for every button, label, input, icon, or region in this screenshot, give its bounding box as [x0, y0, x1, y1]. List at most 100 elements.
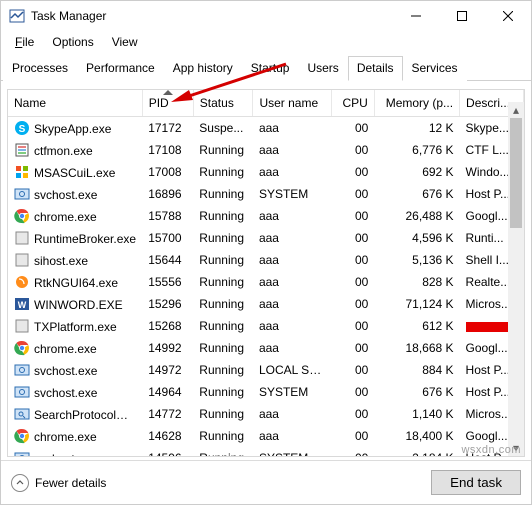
- cell-user: SYSTEM: [253, 183, 332, 205]
- fewer-details-button[interactable]: Fewer details: [11, 474, 106, 492]
- cell-status: Running: [193, 183, 253, 205]
- cell-user: aaa: [253, 425, 332, 447]
- col-name[interactable]: Name: [8, 90, 142, 117]
- window-controls: [393, 1, 531, 31]
- menu-view[interactable]: View: [104, 33, 146, 51]
- cell-memory: 18,668 K: [374, 337, 459, 359]
- cell-memory: 4,596 K: [374, 227, 459, 249]
- cell-cpu: 00: [332, 205, 375, 227]
- cell-memory: 18,400 K: [374, 425, 459, 447]
- tab-services[interactable]: Services: [403, 56, 467, 81]
- table-row[interactable]: SearchProtocolHos...14772Runningaaa001,1…: [8, 403, 524, 425]
- table-row[interactable]: chrome.exe14992Runningaaa0018,668 KGoogl…: [8, 337, 524, 359]
- col-cpu[interactable]: CPU: [332, 90, 375, 117]
- process-icon: S: [14, 120, 30, 136]
- tab-processes[interactable]: Processes: [3, 56, 77, 81]
- table-row[interactable]: RuntimeBroker.exe15700Runningaaa004,596 …: [8, 227, 524, 249]
- process-icon: [14, 186, 30, 202]
- minimize-button[interactable]: [393, 1, 439, 31]
- cell-name: MSASCuiL.exe: [8, 161, 142, 183]
- table-row[interactable]: svchost.exe14972RunningLOCAL SE...00884 …: [8, 359, 524, 381]
- process-icon: [14, 252, 30, 268]
- col-memory[interactable]: Memory (p...: [374, 90, 459, 117]
- cell-user: LOCAL SE...: [253, 359, 332, 381]
- cell-cpu: 00: [332, 359, 375, 381]
- cell-status: Running: [193, 227, 253, 249]
- cell-status: Running: [193, 403, 253, 425]
- tab-users[interactable]: Users: [298, 56, 347, 81]
- col-status[interactable]: Status: [193, 90, 253, 117]
- process-icon: [14, 274, 30, 290]
- cell-cpu: 00: [332, 293, 375, 315]
- table-row[interactable]: SSkypeApp.exe17172Suspe...aaa0012 KSkype…: [8, 117, 524, 140]
- table-row[interactable]: MSASCuiL.exe17008Runningaaa00692 KWindo.…: [8, 161, 524, 183]
- table-row[interactable]: sihost.exe15644Runningaaa005,136 KShell …: [8, 249, 524, 271]
- cell-name: sihost.exe: [8, 249, 142, 271]
- tab-app-history[interactable]: App history: [164, 56, 242, 81]
- table-row[interactable]: RtkNGUI64.exe15556Runningaaa00828 KRealt…: [8, 271, 524, 293]
- cell-memory: 6,776 K: [374, 139, 459, 161]
- menubar: File Options View: [1, 31, 531, 55]
- close-button[interactable]: [485, 1, 531, 31]
- cell-pid: 15788: [142, 205, 193, 227]
- cell-user: aaa: [253, 271, 332, 293]
- table-row[interactable]: chrome.exe15788Runningaaa0026,488 KGoogl…: [8, 205, 524, 227]
- cell-memory: 676 K: [374, 183, 459, 205]
- cell-memory: 884 K: [374, 359, 459, 381]
- cell-pid: 17008: [142, 161, 193, 183]
- cell-memory: 2,184 K: [374, 447, 459, 457]
- tab-performance[interactable]: Performance: [77, 56, 164, 81]
- cell-user: aaa: [253, 315, 332, 337]
- table-row[interactable]: svchost.exe16896RunningSYSTEM00676 KHost…: [8, 183, 524, 205]
- cell-name: WWINWORD.EXE: [8, 293, 142, 315]
- cell-cpu: 00: [332, 271, 375, 293]
- redacted-bar: [466, 322, 508, 332]
- cell-cpu: 00: [332, 447, 375, 457]
- col-user[interactable]: User name: [253, 90, 332, 117]
- cell-user: aaa: [253, 161, 332, 183]
- end-task-button[interactable]: End task: [431, 470, 521, 495]
- cell-pid: 16896: [142, 183, 193, 205]
- cell-user: aaa: [253, 337, 332, 359]
- table-row[interactable]: ctfmon.exe17108Runningaaa006,776 KCTF L.…: [8, 139, 524, 161]
- col-pid[interactable]: PID: [142, 90, 193, 117]
- scroll-thumb[interactable]: [510, 118, 522, 228]
- table-row[interactable]: TXPlatform.exe15268Runningaaa00612 K: [8, 315, 524, 337]
- process-icon: [14, 428, 30, 444]
- process-icon: [14, 340, 30, 356]
- cell-name: svchost.exe: [8, 359, 142, 381]
- tab-details[interactable]: Details: [348, 56, 403, 81]
- svg-text:W: W: [18, 300, 27, 310]
- process-icon: [14, 230, 30, 246]
- menu-options[interactable]: Options: [44, 33, 101, 51]
- cell-status: Running: [193, 205, 253, 227]
- cell-pid: 14628: [142, 425, 193, 447]
- cell-pid: 14596: [142, 447, 193, 457]
- cell-cpu: 00: [332, 425, 375, 447]
- cell-status: Running: [193, 359, 253, 381]
- cell-pid: 17172: [142, 117, 193, 140]
- cell-pid: 14992: [142, 337, 193, 359]
- menu-file[interactable]: File: [7, 33, 42, 51]
- cell-memory: 12 K: [374, 117, 459, 140]
- table-row[interactable]: svchost.exe14964RunningSYSTEM00676 KHost…: [8, 381, 524, 403]
- scroll-up-icon[interactable]: ▴: [508, 102, 524, 118]
- tab-startup[interactable]: Startup: [242, 56, 299, 81]
- tabs: Processes Performance App history Startu…: [1, 55, 531, 81]
- cell-memory: 5,136 K: [374, 249, 459, 271]
- cell-status: Running: [193, 293, 253, 315]
- table-row[interactable]: chrome.exe14628Runningaaa0018,400 KGoogl…: [8, 425, 524, 447]
- cell-status: Running: [193, 337, 253, 359]
- cell-cpu: 00: [332, 249, 375, 271]
- table-row[interactable]: svchost.exe14596RunningSYSTEM002,184 KHo…: [8, 447, 524, 457]
- maximize-button[interactable]: [439, 1, 485, 31]
- table-row[interactable]: WWINWORD.EXE15296Runningaaa0071,124 KMic…: [8, 293, 524, 315]
- cell-name: RtkNGUI64.exe: [8, 271, 142, 293]
- process-icon: [14, 362, 30, 378]
- cell-name: chrome.exe: [8, 425, 142, 447]
- vertical-scrollbar[interactable]: ▴ ▾: [508, 118, 524, 456]
- cell-cpu: 00: [332, 403, 375, 425]
- cell-name: ctfmon.exe: [8, 139, 142, 161]
- details-table: Name PID Status User name CPU Memory (p.…: [7, 89, 525, 457]
- cell-cpu: 00: [332, 117, 375, 140]
